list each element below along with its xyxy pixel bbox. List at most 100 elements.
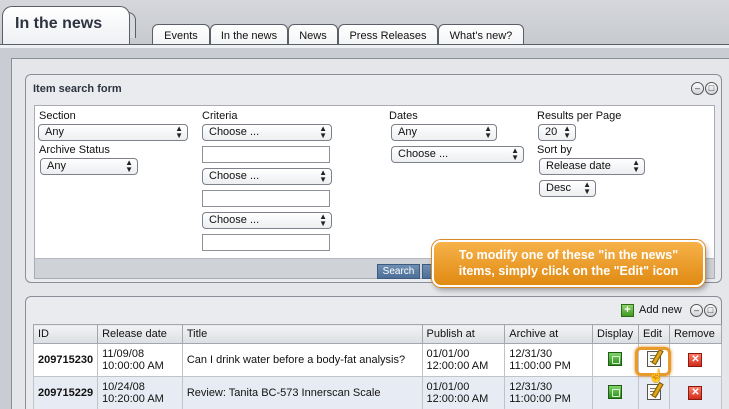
column-header-archive-at[interactable]: Archive at <box>504 324 593 344</box>
table-row: 209715229 10/24/08 10:20:00 AM Review: Ta… <box>32 376 723 409</box>
criteria-label: Criteria <box>202 110 238 122</box>
criteria-input-1[interactable] <box>202 146 330 163</box>
row-id: 209715229 <box>32 376 99 409</box>
search-form-title: Item search form <box>33 83 122 95</box>
archive-status-value: Any <box>47 160 66 172</box>
sort-by-label: Sort by <box>537 144 572 156</box>
column-header-title[interactable]: Title <box>181 324 423 344</box>
expand-results-icon[interactable]: □ <box>704 304 717 317</box>
table-row: 209715230 11/09/08 10:00:00 AM Can I drin… <box>32 343 723 377</box>
row-release-date: 11/09/08 10:00:00 AM <box>97 343 183 377</box>
tab-in-the-news[interactable]: In the news <box>210 24 288 44</box>
select-arrows-icon: ▲ ▼ <box>484 124 492 140</box>
row-display <box>592 376 639 409</box>
release-time: 10:20:00 AM <box>102 393 164 405</box>
select-arrows-icon: ▲ ▼ <box>319 124 327 140</box>
release-date: 10/24/08 <box>102 381 145 393</box>
table-header-row: ID Release date Title Publish at Archive… <box>32 324 723 344</box>
row-title: Review: Tanita BC-573 Innerscan Scale <box>181 376 423 409</box>
tab-baseline <box>0 44 729 48</box>
section-label: Section <box>39 110 76 122</box>
row-archive-at: 12/31/30 11:00:00 PM <box>504 343 593 377</box>
archive-time: 11:00:00 PM <box>509 360 571 372</box>
dates-range-value: Choose ... <box>398 148 449 160</box>
criteria-value-2: Choose ... <box>209 170 260 182</box>
select-arrows-icon: ▲ ▼ <box>175 124 183 140</box>
select-arrows-icon: ▲ ▼ <box>632 158 640 174</box>
row-archive-at: 12/31/30 11:00:00 PM <box>504 376 593 409</box>
section-select[interactable]: Any ▲ ▼ <box>38 124 188 141</box>
add-new-icon[interactable]: + <box>621 304 634 317</box>
display-toggle-icon[interactable] <box>608 384 623 399</box>
column-header-display: Display <box>592 324 639 344</box>
tab-news[interactable]: News <box>288 24 338 44</box>
archive-date: 12/31/30 <box>509 348 553 360</box>
results-per-page-value: 20 <box>545 126 558 138</box>
row-id: 209715230 <box>32 343 99 377</box>
release-time: 10:00:00 AM <box>102 360 164 372</box>
criteria-select-1[interactable]: Choose ... ▲ ▼ <box>202 124 332 141</box>
criteria-value-1: Choose ... <box>209 126 260 138</box>
row-remove: ✕ <box>668 376 723 409</box>
dates-select[interactable]: Any ▲ ▼ <box>391 124 497 141</box>
archive-status-label: Archive Status <box>39 144 110 156</box>
sort-by-select[interactable]: Release date ▲ ▼ <box>539 158 645 175</box>
row-display <box>592 343 639 377</box>
select-arrows-icon: ▲ ▼ <box>563 124 571 140</box>
publish-time: 12:00:00 AM <box>426 360 489 372</box>
callout-line-2: items, simply click on the "Edit" icon <box>458 264 679 278</box>
section-value: Any <box>45 126 64 138</box>
column-header-publish-at[interactable]: Publish at <box>421 324 506 344</box>
expand-icon[interactable]: □ <box>705 82 718 95</box>
criteria-input-3[interactable] <box>202 234 330 251</box>
column-header-edit: Edit <box>637 324 670 344</box>
sort-order-select[interactable]: Desc ▲ ▼ <box>539 180 596 197</box>
archive-date: 12/31/30 <box>509 381 553 393</box>
collapse-icon[interactable]: – <box>691 82 704 95</box>
search-button[interactable]: Search <box>377 264 420 279</box>
sort-by-value: Release date <box>546 160 611 172</box>
instruction-callout: To modify one of these "in the news" ite… <box>432 240 705 287</box>
select-arrows-icon: ▲ ▼ <box>583 180 591 196</box>
dates-range-select[interactable]: Choose ... ▲ ▼ <box>391 146 524 163</box>
column-header-id[interactable]: ID <box>32 324 99 344</box>
archive-status-select[interactable]: Any ▲ ▼ <box>40 158 138 175</box>
dates-label: Dates <box>389 110 418 122</box>
criteria-select-2[interactable]: Choose ... ▲ ▼ <box>202 168 332 185</box>
display-toggle-icon[interactable] <box>608 351 623 366</box>
criteria-input-2[interactable] <box>202 190 330 207</box>
archive-time: 11:00:00 PM <box>509 393 571 405</box>
row-title: Can I drink water before a body-fat anal… <box>181 343 423 377</box>
tab-press-releases[interactable]: Press Releases <box>338 24 438 44</box>
publish-date: 01/01/00 <box>426 381 470 393</box>
sort-order-value: Desc <box>546 182 572 194</box>
results-per-page-select[interactable]: 20 ▲ ▼ <box>538 124 576 141</box>
select-arrows-icon: ▲ ▼ <box>319 168 327 184</box>
column-header-remove: Remove <box>668 324 723 344</box>
dates-value: Any <box>398 126 417 138</box>
release-date: 11/09/08 <box>102 348 145 360</box>
select-arrows-icon: ▲ ▼ <box>125 158 133 174</box>
row-publish-at: 01/01/00 12:00:00 AM <box>421 343 506 377</box>
remove-icon[interactable]: ✕ <box>688 386 703 400</box>
criteria-select-3[interactable]: Choose ... ▲ ▼ <box>202 212 332 229</box>
remove-icon[interactable]: ✕ <box>688 353 703 367</box>
row-remove: ✕ <box>668 343 723 377</box>
hand-cursor-icon: ☝ <box>648 368 665 383</box>
criteria-value-3: Choose ... <box>209 214 260 226</box>
results-per-page-label: Results per Page <box>537 110 622 122</box>
edit-icon[interactable] <box>646 383 661 400</box>
select-arrows-icon: ▲ ▼ <box>511 146 519 162</box>
results-table: ID Release date Title Publish at Archive… <box>32 324 723 409</box>
collapse-results-icon[interactable]: – <box>690 304 703 317</box>
publish-date: 01/01/00 <box>426 348 470 360</box>
select-arrows-icon: ▲ ▼ <box>319 212 327 228</box>
publish-time: 12:00:00 AM <box>426 393 489 405</box>
column-header-release-date[interactable]: Release date <box>97 324 183 344</box>
add-new-link[interactable]: Add new <box>639 304 682 316</box>
tab-whats-new[interactable]: What's new? <box>438 24 524 44</box>
tab-events[interactable]: Events <box>152 24 210 44</box>
row-release-date: 10/24/08 10:20:00 AM <box>97 376 183 409</box>
row-publish-at: 01/01/00 12:00:00 AM <box>421 376 506 409</box>
main-tab-title: In the news <box>2 6 130 44</box>
